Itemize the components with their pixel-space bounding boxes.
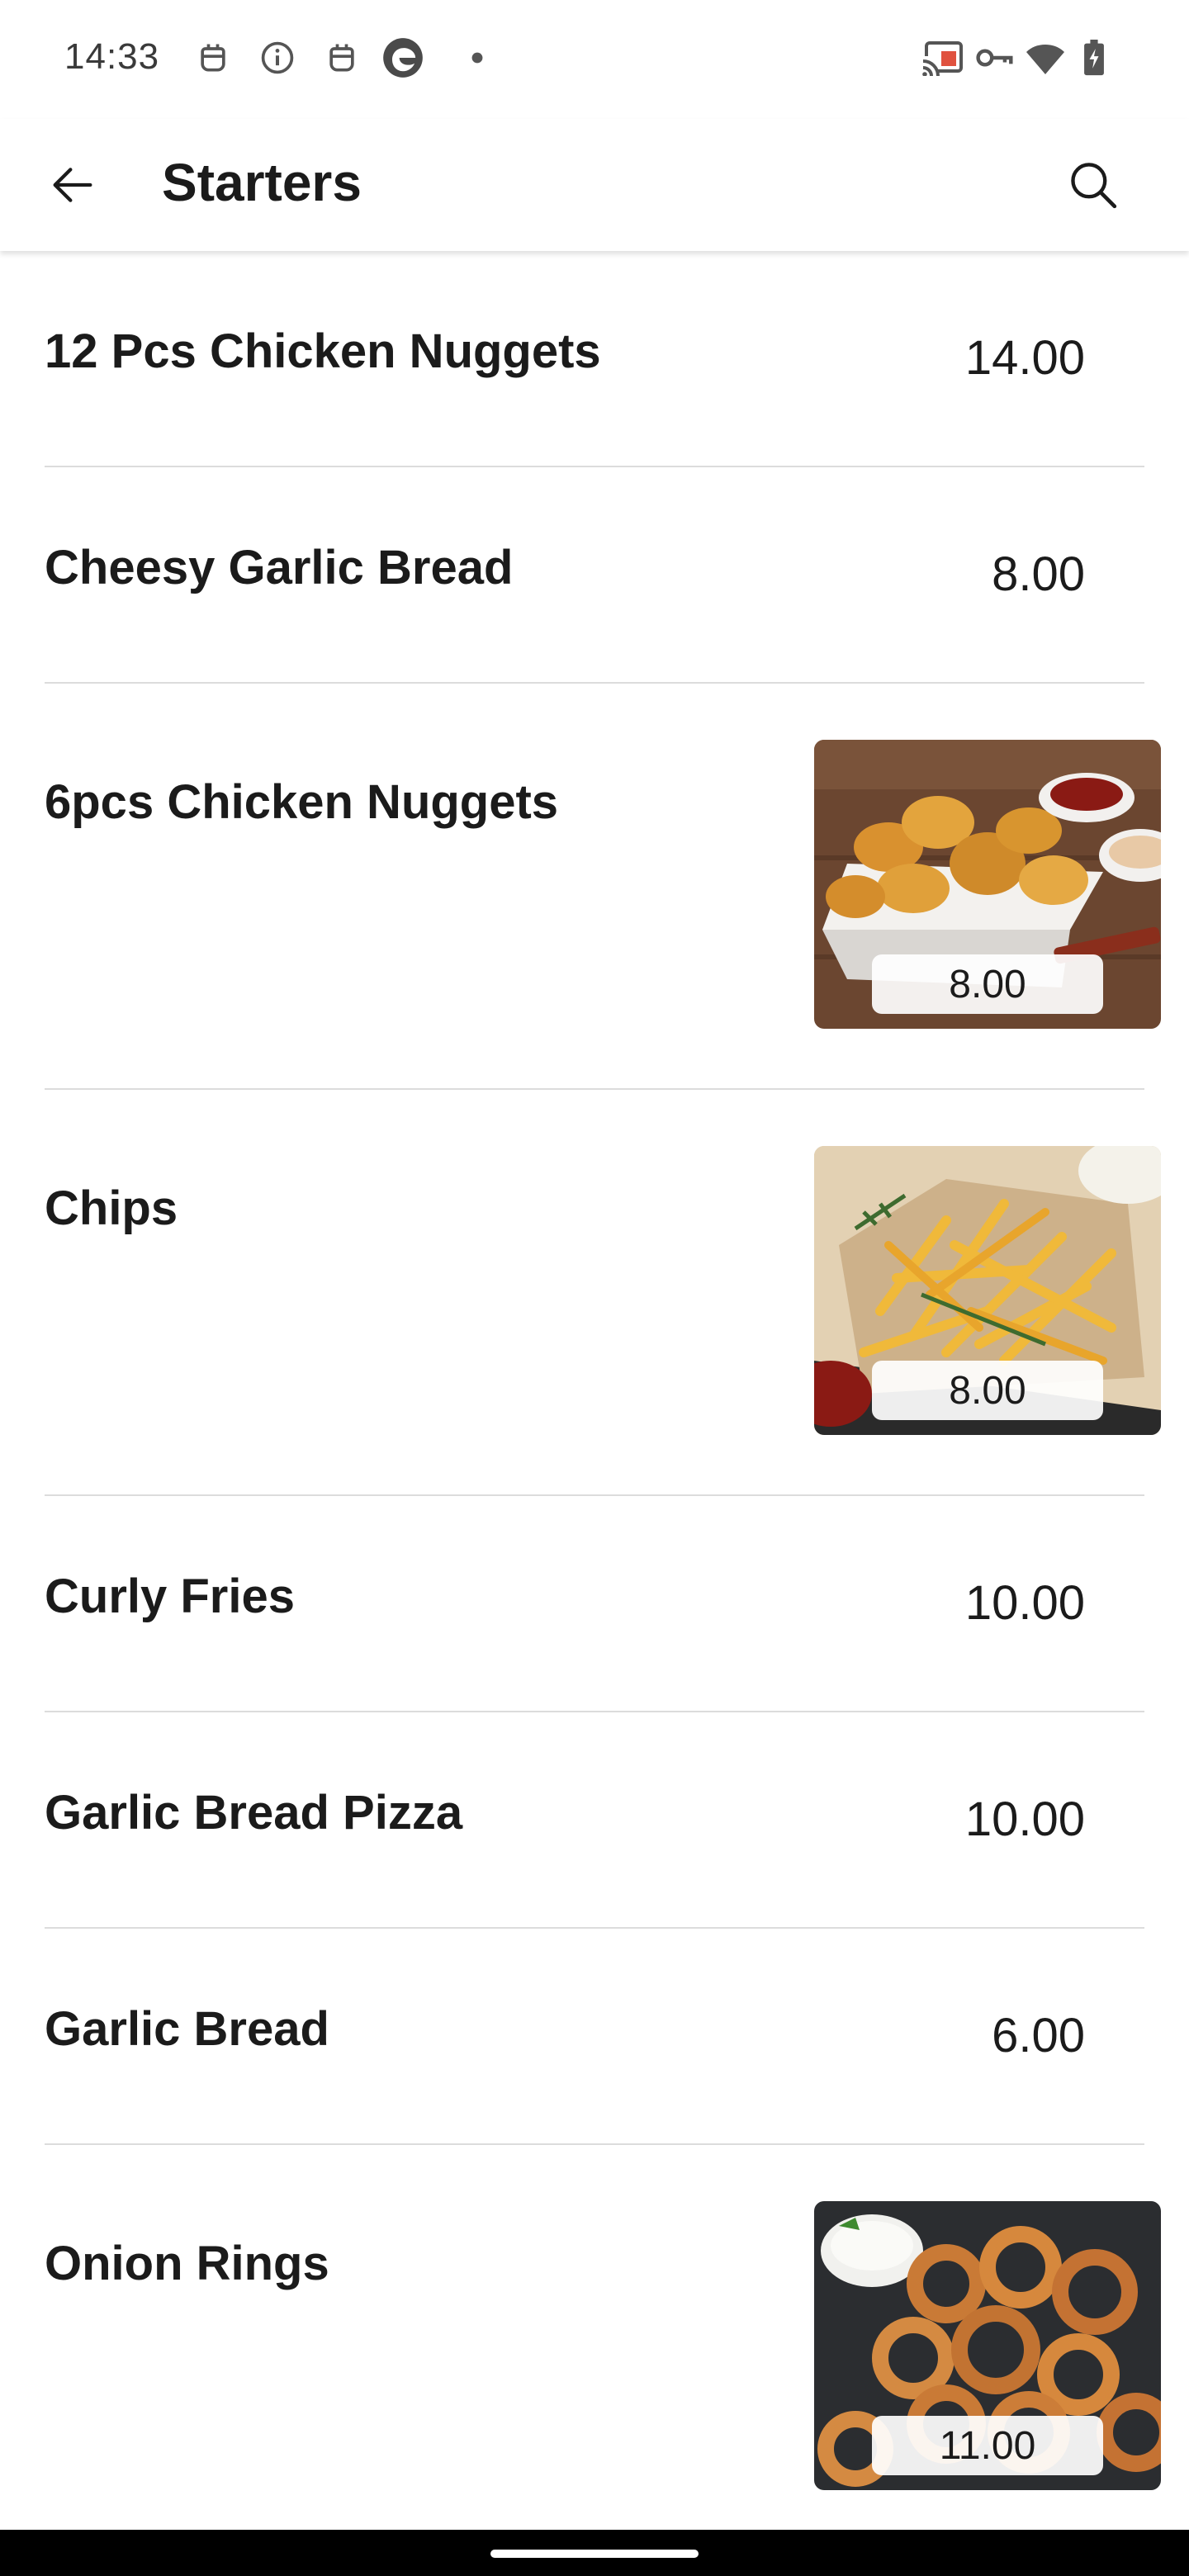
page-title: Starters <box>162 153 362 212</box>
item-price: 10.00 <box>964 1792 1085 1846</box>
item-price: 14.00 <box>964 331 1085 385</box>
item-name: Onion Rings <box>45 2237 329 2290</box>
vpn-key-icon <box>976 49 1013 67</box>
menu-item[interactable]: 6pcs Chicken Nuggets 8.00 <box>0 684 1189 1090</box>
home-gesture-handle[interactable] <box>490 2550 699 2558</box>
menu-item[interactable]: Cheesy Garlic Bread 8.00 <box>0 467 1189 684</box>
arrow-left-icon <box>53 168 92 202</box>
menu-item[interactable]: Garlic Bread 6.00 <box>0 1929 1189 2145</box>
item-name: Chips <box>45 1181 178 1235</box>
bot-icon <box>201 44 225 72</box>
item-price: 8.00 <box>872 1361 1103 1420</box>
wifi-icon <box>1026 45 1064 74</box>
bot-icon <box>329 44 354 72</box>
item-name: Cheesy Garlic Bread <box>45 541 514 594</box>
status-bar: 14:33 <box>0 0 1189 119</box>
item-price: 8.00 <box>992 547 1085 601</box>
item-price: 10.00 <box>964 1576 1085 1630</box>
menu-item[interactable]: Onion Rings 11.00 <box>0 2145 1189 2551</box>
item-name: 12 Pcs Chicken Nuggets <box>45 324 601 378</box>
search-icon <box>1071 163 1117 209</box>
info-icon <box>261 41 294 74</box>
onion-rings-photo[interactable]: 11.00 <box>814 2201 1161 2490</box>
item-price: 11.00 <box>872 2416 1103 2475</box>
chicken-nuggets-photo[interactable]: 8.00 <box>814 740 1161 1029</box>
edge-browser-icon <box>383 38 423 78</box>
item-price: 6.00 <box>992 2009 1085 2062</box>
back-button[interactable] <box>43 155 102 215</box>
app-bar: Starters <box>0 119 1189 251</box>
item-name: Garlic Bread <box>45 2002 329 2056</box>
menu-item[interactable]: Garlic Bread Pizza 10.00 <box>0 1712 1189 1929</box>
cast-icon <box>921 41 963 76</box>
search-button[interactable] <box>1065 157 1121 213</box>
status-time: 14:33 <box>64 36 160 77</box>
menu-item[interactable]: Chips 8.00 <box>0 1090 1189 1496</box>
battery-charging-icon <box>1084 40 1104 76</box>
system-nav-bar <box>0 2530 1189 2576</box>
menu-item[interactable]: Curly Fries 10.00 <box>0 1496 1189 1712</box>
item-name: 6pcs Chicken Nuggets <box>45 775 559 829</box>
menu-item[interactable]: 12 Pcs Chicken Nuggets 14.00 <box>0 251 1189 467</box>
item-price: 8.00 <box>872 954 1103 1014</box>
menu-list: 12 Pcs Chicken Nuggets 14.00 Cheesy Garl… <box>0 251 1189 2551</box>
dot-icon <box>471 52 483 64</box>
item-name: Curly Fries <box>45 1570 295 1623</box>
item-name: Garlic Bread Pizza <box>45 1786 463 1840</box>
chips-photo[interactable]: 8.00 <box>814 1146 1161 1435</box>
